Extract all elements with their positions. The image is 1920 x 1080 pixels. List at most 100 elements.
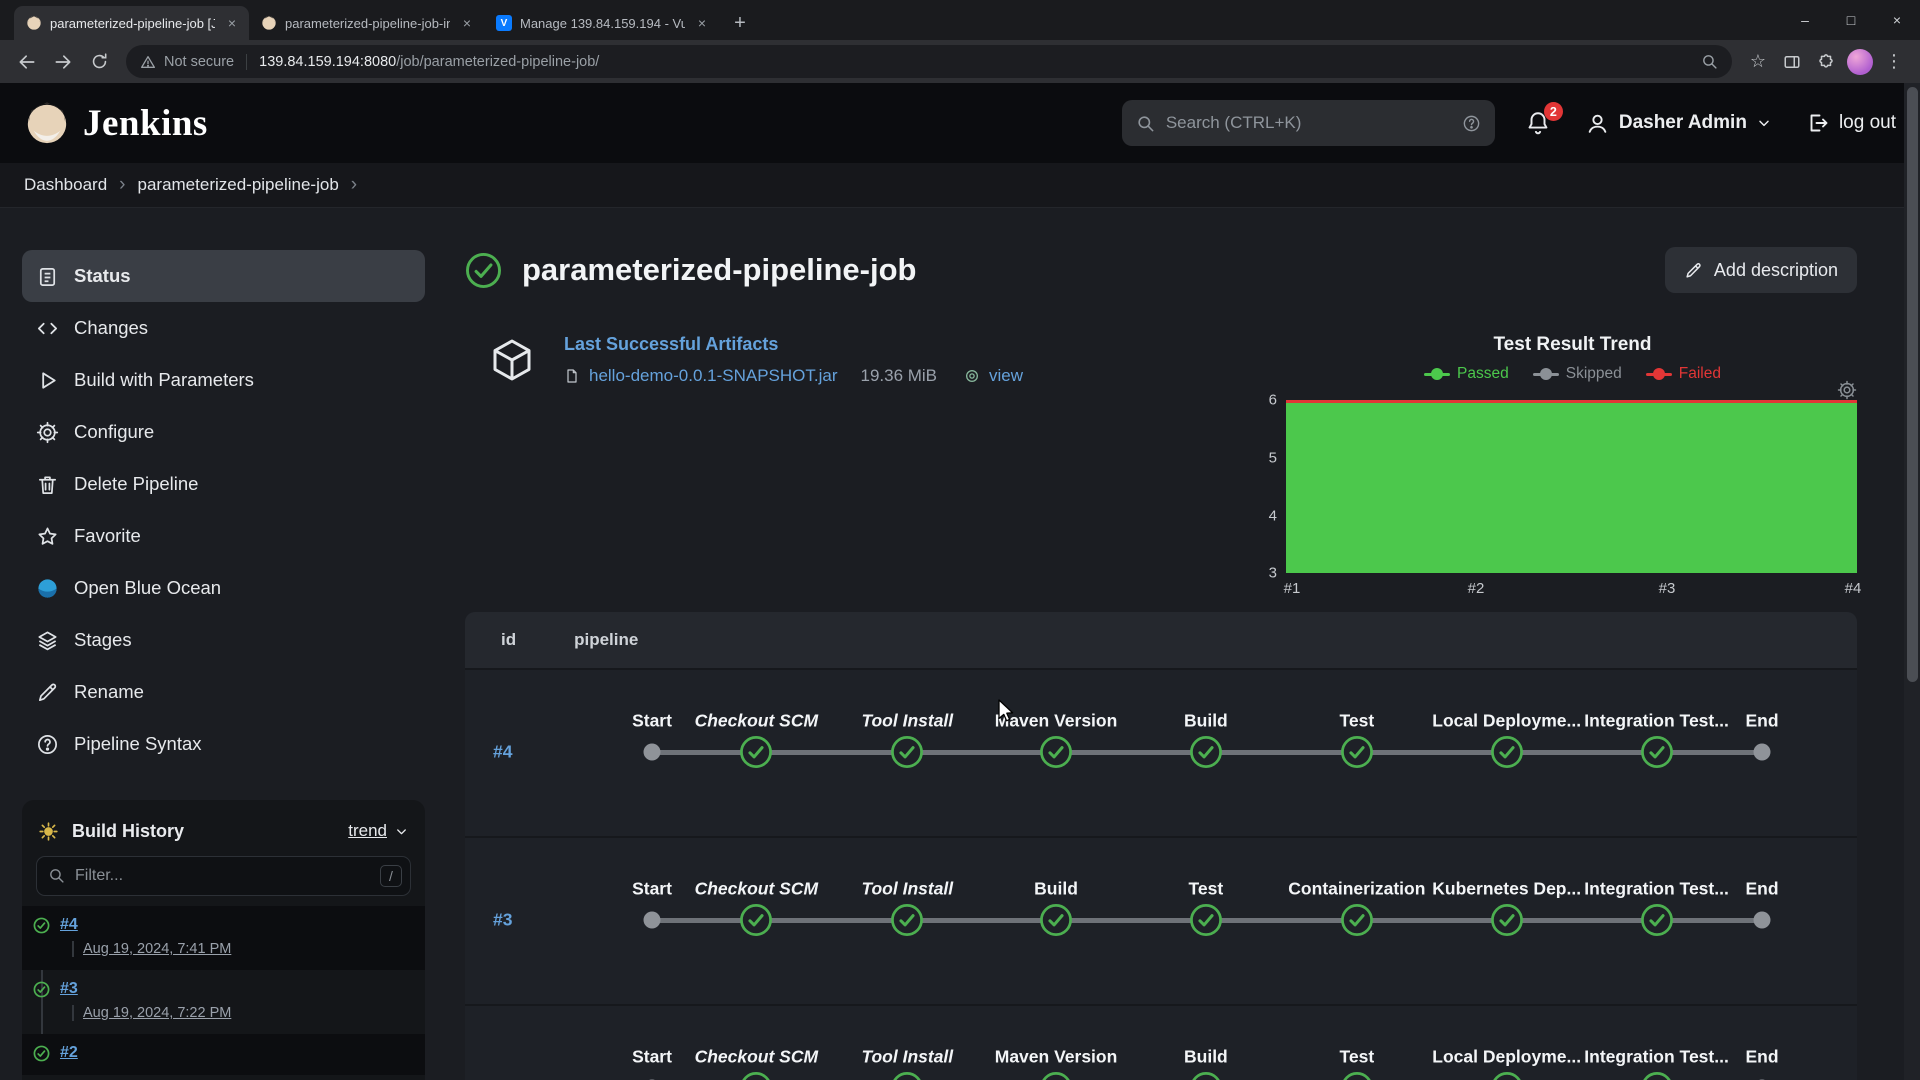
tab-close-icon[interactable]: × xyxy=(458,14,476,32)
build-success-icon xyxy=(33,1045,50,1062)
address-bar[interactable]: Not secure 139.84.159.194:8080/job/param… xyxy=(126,45,1732,78)
jenkins-favicon xyxy=(261,15,277,31)
search-help-icon[interactable] xyxy=(1462,114,1481,133)
sidebar-item-status[interactable]: Status xyxy=(22,250,425,302)
jenkins-brand[interactable]: Jenkins xyxy=(24,100,208,146)
pipeline-row: #3 Start Checkout SCM Tool Install Build… xyxy=(465,836,1857,1004)
legend-failed[interactable]: Failed xyxy=(1646,365,1721,383)
back-button[interactable] xyxy=(10,45,44,79)
stage-terminal-dot xyxy=(644,912,661,929)
new-tab-button[interactable]: + xyxy=(725,8,755,38)
stage-success-icon xyxy=(1189,904,1222,937)
divider xyxy=(246,54,247,70)
sidebar-item-delete-pipeline[interactable]: Delete Pipeline xyxy=(22,458,425,510)
build-number-link[interactable]: #2 xyxy=(60,1044,78,1061)
bookmark-star-icon[interactable]: ☆ xyxy=(1742,46,1774,78)
logout-button[interactable]: log out xyxy=(1806,111,1896,135)
stage-success-icon xyxy=(1189,736,1222,769)
sidebar-item-label: Changes xyxy=(74,317,148,339)
build-id-link[interactable]: #3 xyxy=(493,910,512,931)
stage-success-icon xyxy=(891,736,924,769)
chevron-down-icon[interactable] xyxy=(394,824,409,839)
build-history-item[interactable]: #3 Aug 19, 2024, 7:22 PM xyxy=(22,970,425,1034)
tab-close-icon[interactable]: × xyxy=(223,14,241,32)
build-date-link[interactable]: Aug 19, 2024, 7:41 PM xyxy=(72,941,231,957)
build-history-item[interactable]: #4 Aug 19, 2024, 7:41 PM xyxy=(22,906,425,970)
package-cube-icon xyxy=(488,334,536,386)
sidebar-item-pipeline-syntax[interactable]: Pipeline Syntax xyxy=(22,718,425,770)
search-input[interactable] xyxy=(1166,113,1451,133)
test-result-trend-chart: Test Result Trend Passed Skipped Failed … xyxy=(1245,334,1859,602)
build-filter-input[interactable] xyxy=(36,856,411,896)
legend-passed[interactable]: Passed xyxy=(1424,365,1509,383)
breadcrumb-separator: › xyxy=(119,174,125,196)
add-description-button[interactable]: Add description xyxy=(1665,247,1857,293)
notifications-bell[interactable]: 2 xyxy=(1525,110,1551,136)
legend-skipped-marker xyxy=(1533,367,1559,381)
build-number-link[interactable]: #3 xyxy=(60,980,78,997)
sidebar-item-label: Favorite xyxy=(74,525,141,547)
code-icon xyxy=(36,317,59,340)
build-history-title: Build History xyxy=(72,821,184,842)
page-scrollbar[interactable] xyxy=(1904,83,1920,1080)
sidebar-item-label: Status xyxy=(74,265,131,287)
browser-tab-1[interactable]: parameterized-pipeline-job [Je... × xyxy=(14,6,249,40)
browser-tab-3[interactable]: V Manage 139.84.159.194 - Vult... × xyxy=(484,6,719,40)
browser-menu-kebab-icon[interactable]: ⋮ xyxy=(1878,46,1910,78)
breadcrumb-job[interactable]: parameterized-pipeline-job xyxy=(138,175,339,195)
sidebar-item-stages[interactable]: Stages xyxy=(22,614,425,666)
stage-success-icon xyxy=(891,1072,924,1080)
zoom-icon[interactable] xyxy=(1701,53,1718,70)
stage-terminal-dot xyxy=(1754,912,1771,929)
pencil-icon xyxy=(1684,261,1703,280)
weather-sun-icon xyxy=(38,821,59,842)
forward-button[interactable] xyxy=(46,45,80,79)
legend-skipped[interactable]: Skipped xyxy=(1533,365,1622,383)
x-tick: #4 xyxy=(1845,580,1862,597)
window-close-button[interactable]: × xyxy=(1874,0,1920,40)
stage-success-icon xyxy=(1340,736,1373,769)
y-tick: 4 xyxy=(1245,508,1277,525)
sidebar-item-rename[interactable]: Rename xyxy=(22,666,425,718)
extensions-puzzle-icon[interactable] xyxy=(1810,46,1842,78)
browser-tab-2[interactable]: parameterized-pipeline-job-ini... × xyxy=(249,6,484,40)
sidebar-item-label: Rename xyxy=(74,681,144,703)
column-header-pipeline: pipeline xyxy=(574,630,638,650)
url-path: /job/parameterized-pipeline-job/ xyxy=(396,54,599,70)
artifact-view-link[interactable]: view xyxy=(989,366,1023,386)
user-menu[interactable]: Dasher Admin xyxy=(1585,111,1772,136)
sidebar-item-favorite[interactable]: Favorite xyxy=(22,510,425,562)
y-tick: 6 xyxy=(1245,392,1277,409)
breadcrumb-dashboard[interactable]: Dashboard xyxy=(24,175,107,195)
window-minimize-button[interactable]: – xyxy=(1782,0,1828,40)
tab-close-icon[interactable]: × xyxy=(693,14,711,32)
browser-profile-avatar[interactable] xyxy=(1844,46,1876,78)
global-search[interactable] xyxy=(1122,100,1495,146)
scrollbar-thumb[interactable] xyxy=(1907,87,1918,682)
build-number-link[interactable]: #4 xyxy=(60,916,78,933)
sidebar-item-changes[interactable]: Changes xyxy=(22,302,425,354)
build-history-item[interactable]: #2 xyxy=(22,1034,425,1075)
chart-settings-gear-icon[interactable] xyxy=(1837,380,1857,400)
build-date-link[interactable]: Aug 19, 2024, 7:22 PM xyxy=(72,1005,231,1021)
sidebar-item-build-with-parameters[interactable]: Build with Parameters xyxy=(22,354,425,406)
breadcrumb: Dashboard › parameterized-pipeline-job › xyxy=(0,163,1920,208)
build-id-link[interactable]: #4 xyxy=(493,742,512,763)
chart-plot-area xyxy=(1286,400,1857,573)
sidebar-item-label: Delete Pipeline xyxy=(74,473,198,495)
side-panel-icon[interactable] xyxy=(1776,46,1808,78)
sidebar-item-open-blue-ocean[interactable]: Open Blue Ocean xyxy=(22,562,425,614)
jenkins-header: Jenkins 2 Dasher Admin log out xyxy=(0,83,1920,163)
artifact-file-link[interactable]: hello-demo-0.0.1-SNAPSHOT.jar xyxy=(589,366,837,386)
avatar xyxy=(1847,49,1873,75)
stage-success-icon xyxy=(1340,1072,1373,1080)
layers-icon xyxy=(36,629,59,652)
last-successful-artifacts-link[interactable]: Last Successful Artifacts xyxy=(564,334,778,354)
sidebar-item-configure[interactable]: Configure xyxy=(22,406,425,458)
tab-title: parameterized-pipeline-job [Je... xyxy=(50,16,215,31)
refresh-button[interactable] xyxy=(82,45,116,79)
mouse-cursor xyxy=(994,698,1020,724)
breadcrumb-caret[interactable]: › xyxy=(351,174,357,196)
window-maximize-button[interactable]: □ xyxy=(1828,0,1874,40)
trend-link[interactable]: trend xyxy=(348,821,387,841)
